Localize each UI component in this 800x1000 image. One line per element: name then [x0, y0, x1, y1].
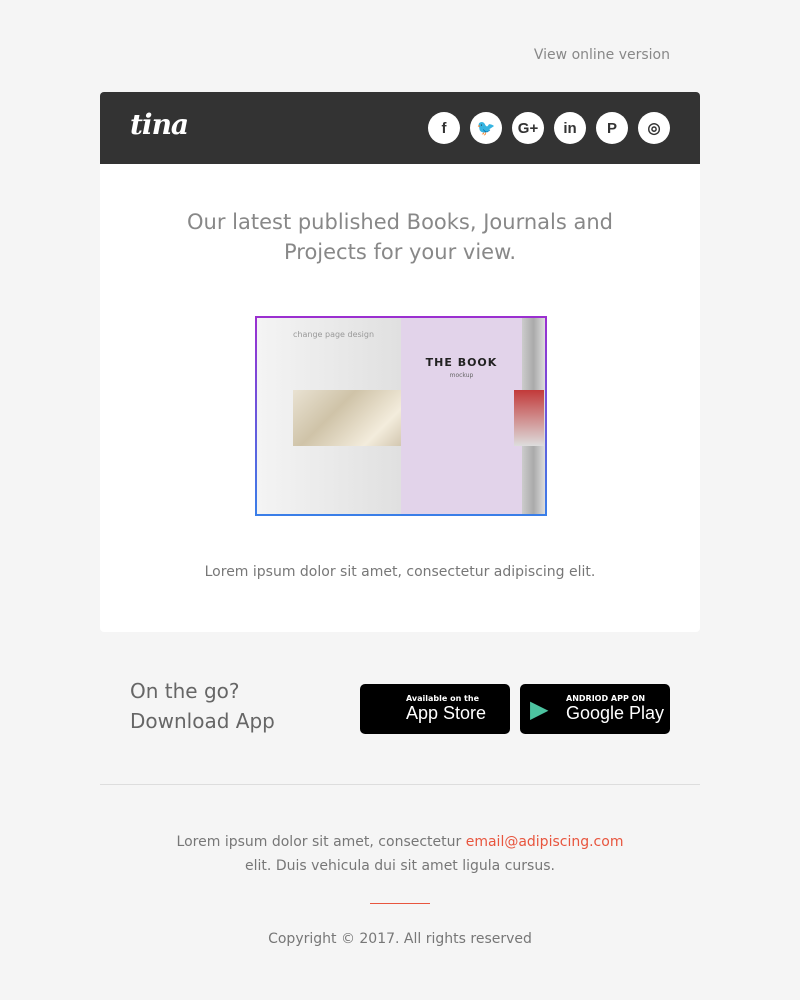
app-line2: Download App — [130, 709, 275, 733]
facebook-icon[interactable]: f — [428, 112, 460, 144]
book-image[interactable]: change page design THE BOOK mockup — [255, 316, 547, 516]
googleplay-small: ANDRIOD APP ON — [566, 694, 646, 703]
book-left-page: change page design — [257, 318, 427, 514]
pinterest-icon[interactable]: P — [596, 112, 628, 144]
headline: Our latest published Books, Journals and… — [187, 210, 613, 264]
footer-text-before: Lorem ipsum dolor sit amet, consectetur — [176, 834, 466, 850]
google-plus-icon[interactable]: G+ — [512, 112, 544, 144]
social-links: f 🐦 G+ in P ◎ — [428, 112, 670, 144]
footer-text-after: elit. Duis vehicula dui sit amet ligula … — [245, 858, 555, 874]
book-right-photo — [513, 390, 544, 446]
instagram-icon[interactable]: ◎ — [638, 112, 670, 144]
book-right-page: THE BOOK mockup — [401, 318, 544, 514]
twitter-icon[interactable]: 🐦 — [470, 112, 502, 144]
logo[interactable]: tina — [130, 108, 189, 141]
linkedin-icon[interactable]: in — [554, 112, 586, 144]
app-line1: On the go? — [130, 679, 240, 703]
book-right-title: THE BOOK — [425, 356, 498, 369]
appstore-big: App Store — [406, 703, 487, 723]
email-link[interactable]: email@adipiscing.com — [466, 834, 624, 850]
header-bar: tina f 🐦 G+ in P ◎ — [100, 92, 700, 164]
footer-text: Lorem ipsum dolor sit amet, consectetur … — [100, 830, 700, 878]
accent-divider — [370, 903, 430, 904]
download-app-text: On the go? Download App — [130, 676, 275, 736]
google-play-button[interactable]: ▶ ANDRIOD APP ON Google Play — [520, 684, 670, 734]
googleplay-big: Google Play — [566, 703, 665, 723]
book-caption: Lorem ipsum dolor sit amet, consectetur … — [204, 564, 596, 580]
google-play-icon: ▶ — [530, 695, 549, 723]
book-left-title: change page design — [293, 330, 375, 339]
copyright: Copyright © 2017. All rights reserved — [268, 931, 532, 947]
appstore-small: Available on the — [406, 694, 480, 703]
view-online-link[interactable]: View online version — [534, 47, 670, 63]
app-store-button[interactable]: Available on the App Store — [360, 684, 510, 734]
content-card: Our latest published Books, Journals and… — [100, 164, 700, 632]
book-right-subtitle: mockup — [449, 372, 474, 379]
divider — [100, 784, 700, 785]
